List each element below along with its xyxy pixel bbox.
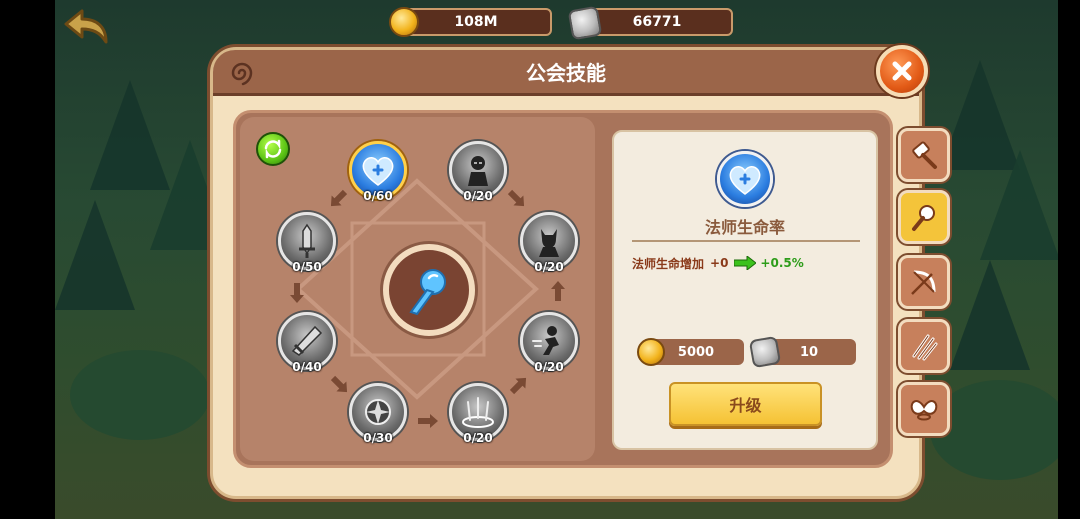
refresh-button[interactable] — [256, 132, 290, 166]
panel-title-bar: 公会技能 — [213, 50, 919, 96]
back-arrow-icon[interactable] — [62, 8, 110, 46]
background-tree — [55, 200, 135, 310]
heart-plus-icon — [729, 166, 761, 195]
chain-arrow-icon — [551, 281, 565, 301]
gold-coin-icon — [637, 338, 665, 366]
stone-amount: 66771 — [632, 14, 682, 30]
shockwave-icon — [462, 397, 494, 428]
bow-icon — [911, 270, 936, 295]
close-button[interactable] — [876, 45, 928, 97]
selected-skill-icon — [717, 151, 773, 207]
hammer-icon — [912, 141, 937, 169]
stone-counter: 66771 — [581, 8, 733, 36]
wand-icon — [409, 269, 446, 316]
blade-slash-icon — [291, 325, 323, 356]
shield-sword-icon — [299, 223, 315, 258]
tab-mage[interactable] — [898, 190, 950, 244]
cost-gold-amount: 5000 — [677, 344, 715, 360]
green-arrow-icon — [734, 256, 757, 270]
close-icon — [892, 61, 912, 81]
tab-archer[interactable] — [898, 255, 950, 309]
gold-coin-icon — [389, 7, 419, 37]
skill-count: 0/50 — [292, 260, 322, 274]
spin-blade-icon — [365, 399, 391, 425]
shadow-warrior-icon — [539, 229, 559, 257]
wand-icon — [912, 205, 935, 231]
stone-icon — [567, 5, 603, 41]
wings-icon — [910, 400, 938, 421]
effect-label: 法师生命增加 — [632, 256, 705, 271]
tab-rogue[interactable] — [898, 319, 950, 373]
mage-class-icon — [383, 244, 475, 336]
skill-count: 0/30 — [363, 431, 393, 445]
selected-skill-name: 法师生命率 — [704, 218, 785, 237]
effect-next: +0.5% — [760, 256, 804, 270]
skill-count: 0/20 — [534, 360, 564, 374]
effect-current: +0 — [710, 256, 729, 270]
background-bush — [930, 380, 1070, 480]
skill-count: 0/20 — [463, 189, 493, 203]
skill-count: 0/20 — [534, 260, 564, 274]
assassin-silhouette-icon — [468, 156, 488, 186]
upgrade-label: 升级 — [729, 396, 762, 415]
claw-icon — [912, 334, 938, 361]
skill-count: 0/20 — [463, 431, 493, 445]
skill-effect-row: 法师生命增加 +0 +0.5% — [632, 254, 804, 272]
panel-title: 公会技能 — [526, 61, 606, 85]
chain-arrow-icon — [418, 414, 438, 428]
letterbox-left — [0, 0, 55, 519]
letterbox-right — [1058, 0, 1080, 519]
heart-plus-icon — [362, 157, 394, 186]
refresh-icon — [264, 139, 282, 159]
background-tree — [980, 150, 1060, 260]
cost-stone-amount: 10 — [799, 344, 819, 360]
gold-counter: 108M — [400, 8, 552, 36]
stone-icon — [748, 335, 782, 369]
tab-warrior[interactable] — [898, 128, 950, 182]
chain-arrow-icon — [290, 283, 304, 303]
upgrade-button[interactable]: 升级 — [669, 382, 822, 426]
gold-amount: 108M — [454, 14, 498, 30]
background-bush — [70, 350, 210, 440]
background-tree — [950, 260, 1030, 370]
detail-divider — [632, 240, 860, 242]
tab-priest[interactable] — [898, 382, 950, 436]
skill-count: 0/40 — [292, 360, 322, 374]
skill-count: 0/60 — [363, 189, 393, 203]
dash-runner-icon — [532, 326, 559, 355]
